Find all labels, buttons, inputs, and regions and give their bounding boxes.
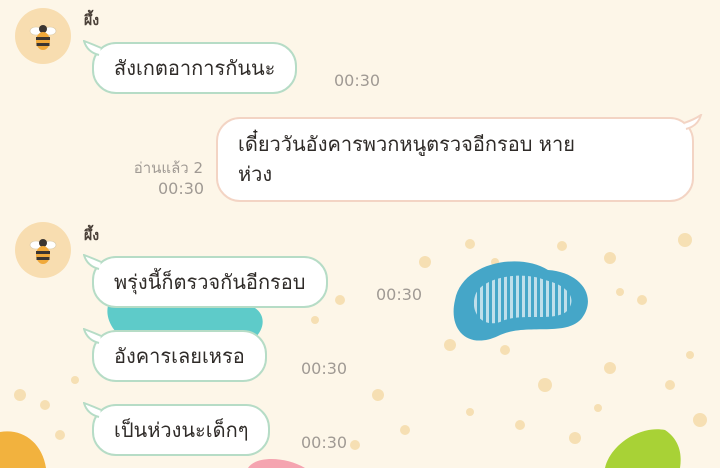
message-bubble[interactable]: สังเกตอาการกันนะ [92, 42, 298, 94]
sender-name: ผึ้ง [84, 13, 100, 29]
bubble-tail [83, 328, 101, 344]
message-timestamp: 00:30 [158, 179, 205, 198]
message-bubble[interactable]: อังคารเลยเหรอ [92, 330, 267, 382]
bubble-tail [83, 254, 101, 270]
bee-icon [29, 239, 57, 264]
message-timestamp: 00:30 [301, 359, 348, 378]
bubble-tail [83, 40, 101, 56]
message-text-line: ห่วง [238, 162, 273, 186]
bubble-tail [83, 402, 101, 418]
message-bubble[interactable]: พรุ่งนี้ก็ตรวจกันอีกรอบ [92, 256, 328, 308]
read-receipt: อ่านแล้ว 2 [133, 159, 203, 177]
bubble-tail [684, 114, 703, 130]
green-jellybean [605, 429, 681, 468]
message-text-line: เดี๋ยววันอังคารพวกหนูตรวจอีกรอบ หาย [238, 132, 575, 156]
avatar[interactable] [15, 8, 71, 64]
blue-jellybean [453, 261, 588, 341]
message-bubble-outgoing[interactable]: เดี๋ยววันอังคารพวกหนูตรวจอีกรอบ หาย ห่วง [216, 117, 694, 202]
orange-jellybean [0, 431, 46, 468]
message-bubble[interactable]: เป็นห่วงนะเด็กๆ [92, 404, 271, 456]
sender-name: ผึ้ง [84, 228, 100, 244]
bee-icon [29, 25, 57, 50]
avatar[interactable] [15, 222, 71, 278]
message-timestamp: 00:30 [301, 433, 348, 452]
message-timestamp: 00:30 [376, 285, 423, 304]
message-timestamp: 00:30 [334, 71, 381, 90]
pink-jellybean [248, 459, 305, 468]
